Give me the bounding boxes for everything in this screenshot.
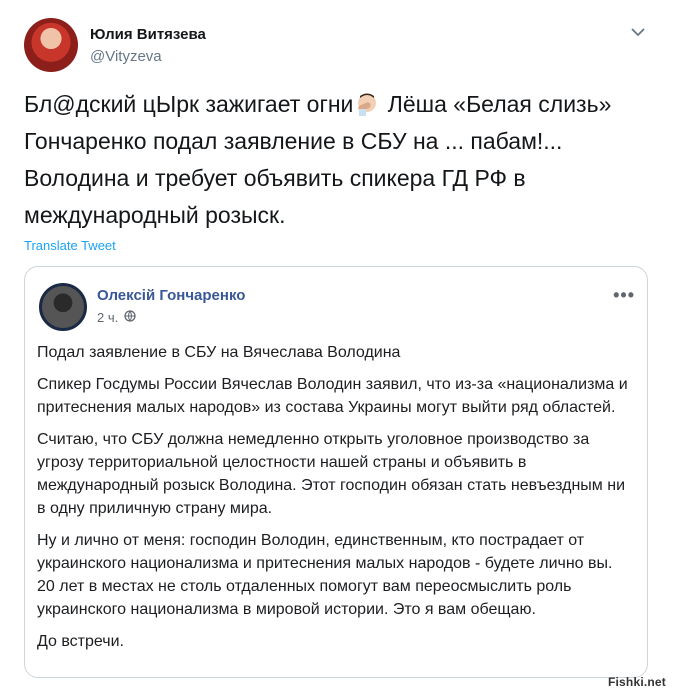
translate-tweet-link[interactable]: Translate Tweet [24, 238, 116, 253]
post-time[interactable]: 2 ч. [97, 310, 118, 325]
author-name[interactable]: Юлия Витязева [90, 26, 206, 43]
post-body: Подал заявление в СБУ на Вячеслава Волод… [37, 341, 633, 662]
facepalm-icon [355, 90, 379, 116]
post-paragraph: Подал заявление в СБУ на Вячеслава Волод… [37, 344, 401, 361]
quoted-author-avatar[interactable] [39, 283, 87, 331]
author-handle[interactable]: @Vityzeva [90, 48, 162, 65]
tweet-text-part1: Бл@дский цЫрк зажигает огни [24, 91, 354, 117]
chevron-down-icon[interactable] [628, 22, 648, 42]
post-meta: 2 ч. [97, 310, 136, 325]
author-avatar[interactable] [24, 18, 78, 72]
post-paragraph: Считаю, что СБУ должна немедленно открыт… [37, 431, 626, 517]
quoted-author-name[interactable]: Олексій Гончаренко [97, 287, 245, 304]
post-paragraph: Ну и лично от меня: господин Володин, ед… [37, 532, 613, 618]
tweet-text: Бл@дский цЫрк зажигает огни Лёша «Белая … [24, 86, 644, 234]
tweet-card: Юлия Витязева @Vityzeva Бл@дский цЫрк за… [0, 0, 674, 695]
globe-icon [124, 310, 136, 325]
post-paragraph: До встречи. [37, 633, 124, 650]
more-options-icon[interactable]: ••• [613, 285, 635, 306]
post-paragraph: Спикер Госдумы России Вячеслав Володин з… [37, 376, 628, 416]
tweet-header: Юлия Витязева @Vityzeva [24, 18, 654, 74]
quoted-post-card[interactable]: Олексій Гончаренко 2 ч. ••• Подал заявле… [24, 266, 648, 678]
watermark: Fishki.net [607, 675, 666, 689]
